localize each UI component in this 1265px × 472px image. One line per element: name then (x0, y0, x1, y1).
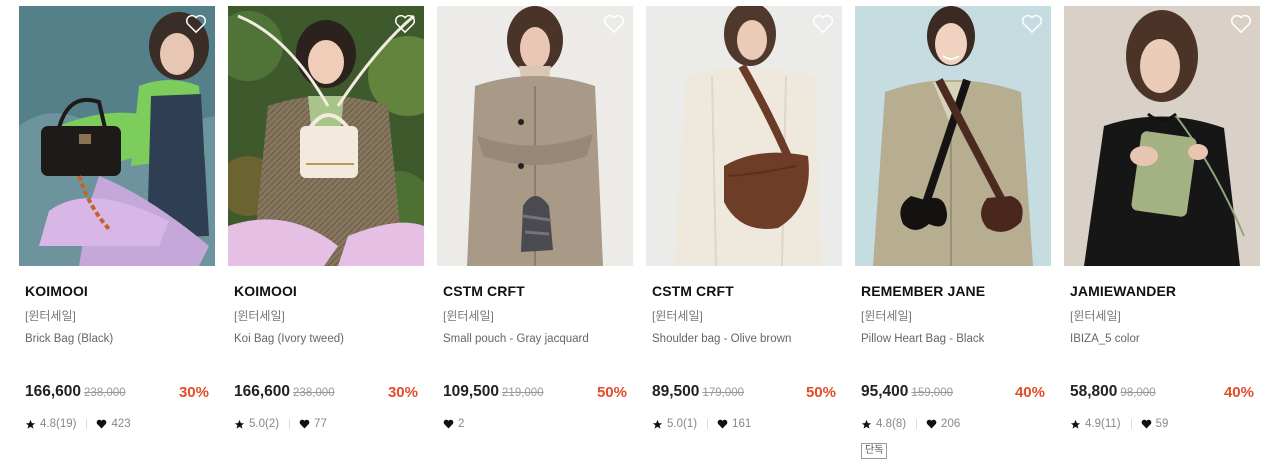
sale-price: 58,800 (1070, 383, 1118, 400)
brand-name[interactable]: CSTM CRFT (652, 283, 734, 299)
rating-text: 4.8(19) (40, 418, 77, 430)
price-row: 95,400 159,000 40% (861, 383, 1045, 403)
wishlist-heart-icon[interactable] (394, 14, 416, 34)
product-name[interactable]: IBIZA_5 color (1070, 333, 1140, 345)
like-count: 59 (1155, 418, 1169, 430)
price-row: 89,500 179,000 50% (652, 383, 836, 403)
product-card[interactable]: REMEMBER JANE [윈터세일] Pillow Heart Bag - … (855, 6, 1051, 466)
original-price: 179,000 (702, 387, 744, 399)
brand-name[interactable]: REMEMBER JANE (861, 283, 985, 299)
product-meta: 5.0(2) 77 (234, 418, 327, 430)
divider (86, 419, 88, 429)
product-meta: 5.0(1) 161 (652, 418, 751, 430)
product-meta: 4.8(19) 423 (25, 418, 131, 430)
wishlist-heart-icon[interactable] (603, 14, 625, 34)
product-name[interactable]: Small pouch - Gray jacquard (443, 333, 589, 345)
product-card[interactable]: KOIMOOI [윈터세일] Brick Bag (Black) 166,600… (19, 6, 215, 466)
wishlist-heart-icon[interactable] (812, 14, 834, 34)
product-meta: 4.8(8) 206 (861, 418, 960, 430)
original-price: 238,000 (84, 387, 126, 399)
discount-rate: 40% (1223, 384, 1254, 401)
brand-name[interactable]: KOIMOOI (234, 283, 297, 299)
product-card[interactable]: KOIMOOI [윈터세일] Koi Bag (Ivory tweed) 166… (228, 6, 424, 466)
product-image[interactable] (646, 6, 842, 266)
promo-tag: [윈터세일] (1070, 309, 1121, 323)
star-icon (861, 419, 872, 429)
product-name[interactable]: Koi Bag (Ivory tweed) (234, 333, 344, 345)
product-name[interactable]: Brick Bag (Black) (25, 333, 113, 345)
wishlist-heart-icon[interactable] (185, 14, 207, 34)
product-card[interactable]: CSTM CRFT [윈터세일] Small pouch - Gray jacq… (437, 6, 633, 466)
star-icon (234, 419, 245, 429)
price-row: 166,600 238,000 30% (25, 383, 209, 403)
price-row: 58,800 98,000 40% (1070, 383, 1254, 403)
heart-icon (443, 419, 454, 429)
divider (1130, 419, 1132, 429)
brand-name[interactable]: JAMIEWANDER (1070, 283, 1176, 299)
price-row: 166,600 238,000 30% (234, 383, 418, 403)
original-price: 219,000 (502, 387, 544, 399)
sale-price: 89,500 (652, 383, 700, 400)
promo-tag: [윈터세일] (652, 309, 703, 323)
promo-tag: [윈터세일] (234, 309, 285, 323)
star-icon (1070, 419, 1081, 429)
product-meta: 4.9(11) 59 (1070, 418, 1168, 430)
promo-tag: [윈터세일] (861, 309, 912, 323)
like-count: 423 (111, 418, 131, 430)
rating-text: 4.9(11) (1085, 418, 1121, 430)
original-price: 159,000 (911, 387, 953, 399)
discount-rate: 50% (805, 384, 836, 401)
rating-text: 5.0(2) (249, 418, 280, 430)
divider (916, 419, 918, 429)
discount-rate: 40% (1014, 384, 1045, 401)
heart-icon (926, 419, 937, 429)
brand-name[interactable]: KOIMOOI (25, 283, 88, 299)
wishlist-heart-icon[interactable] (1230, 14, 1252, 34)
sale-price: 166,600 (25, 383, 82, 400)
product-image[interactable] (855, 6, 1051, 266)
promo-tag: [윈터세일] (443, 309, 494, 323)
product-card[interactable]: CSTM CRFT [윈터세일] Shoulder bag - Olive br… (646, 6, 842, 466)
product-card[interactable]: JAMIEWANDER [윈터세일] IBIZA_5 color 58,800 9… (1064, 6, 1260, 466)
product-image[interactable] (1064, 6, 1260, 266)
product-image[interactable] (228, 6, 424, 266)
divider (707, 419, 709, 429)
discount-rate: 50% (596, 384, 627, 401)
exclusive-badge: 단독 (861, 443, 888, 459)
original-price: 238,000 (293, 387, 335, 399)
product-image[interactable] (437, 6, 633, 266)
discount-rate: 30% (387, 384, 418, 401)
heart-icon (299, 419, 310, 429)
product-meta: 2 (443, 418, 464, 430)
sale-price: 166,600 (234, 383, 291, 400)
star-icon (652, 419, 663, 429)
like-count: 2 (458, 418, 465, 430)
wishlist-heart-icon[interactable] (1021, 14, 1043, 34)
discount-rate: 30% (178, 384, 209, 401)
promo-tag: [윈터세일] (25, 309, 76, 323)
like-count: 161 (732, 418, 752, 430)
like-count: 77 (314, 418, 327, 430)
star-icon (25, 419, 36, 429)
product-name[interactable]: Shoulder bag - Olive brown (652, 333, 791, 345)
original-price: 98,000 (1120, 387, 1156, 399)
product-image[interactable] (19, 6, 215, 266)
product-grid: KOIMOOI [윈터세일] Brick Bag (Black) 166,600… (0, 0, 1265, 472)
heart-icon (717, 419, 728, 429)
rating-text: 5.0(1) (667, 418, 698, 430)
like-count: 206 (941, 418, 961, 430)
divider (289, 419, 291, 429)
price-row: 109,500 219,000 50% (443, 383, 627, 403)
brand-name[interactable]: CSTM CRFT (443, 283, 525, 299)
sale-price: 95,400 (861, 383, 909, 400)
heart-icon (1141, 419, 1151, 429)
sale-price: 109,500 (443, 383, 500, 400)
product-name[interactable]: Pillow Heart Bag - Black (861, 333, 984, 345)
heart-icon (97, 419, 107, 429)
rating-text: 4.8(8) (876, 418, 907, 430)
